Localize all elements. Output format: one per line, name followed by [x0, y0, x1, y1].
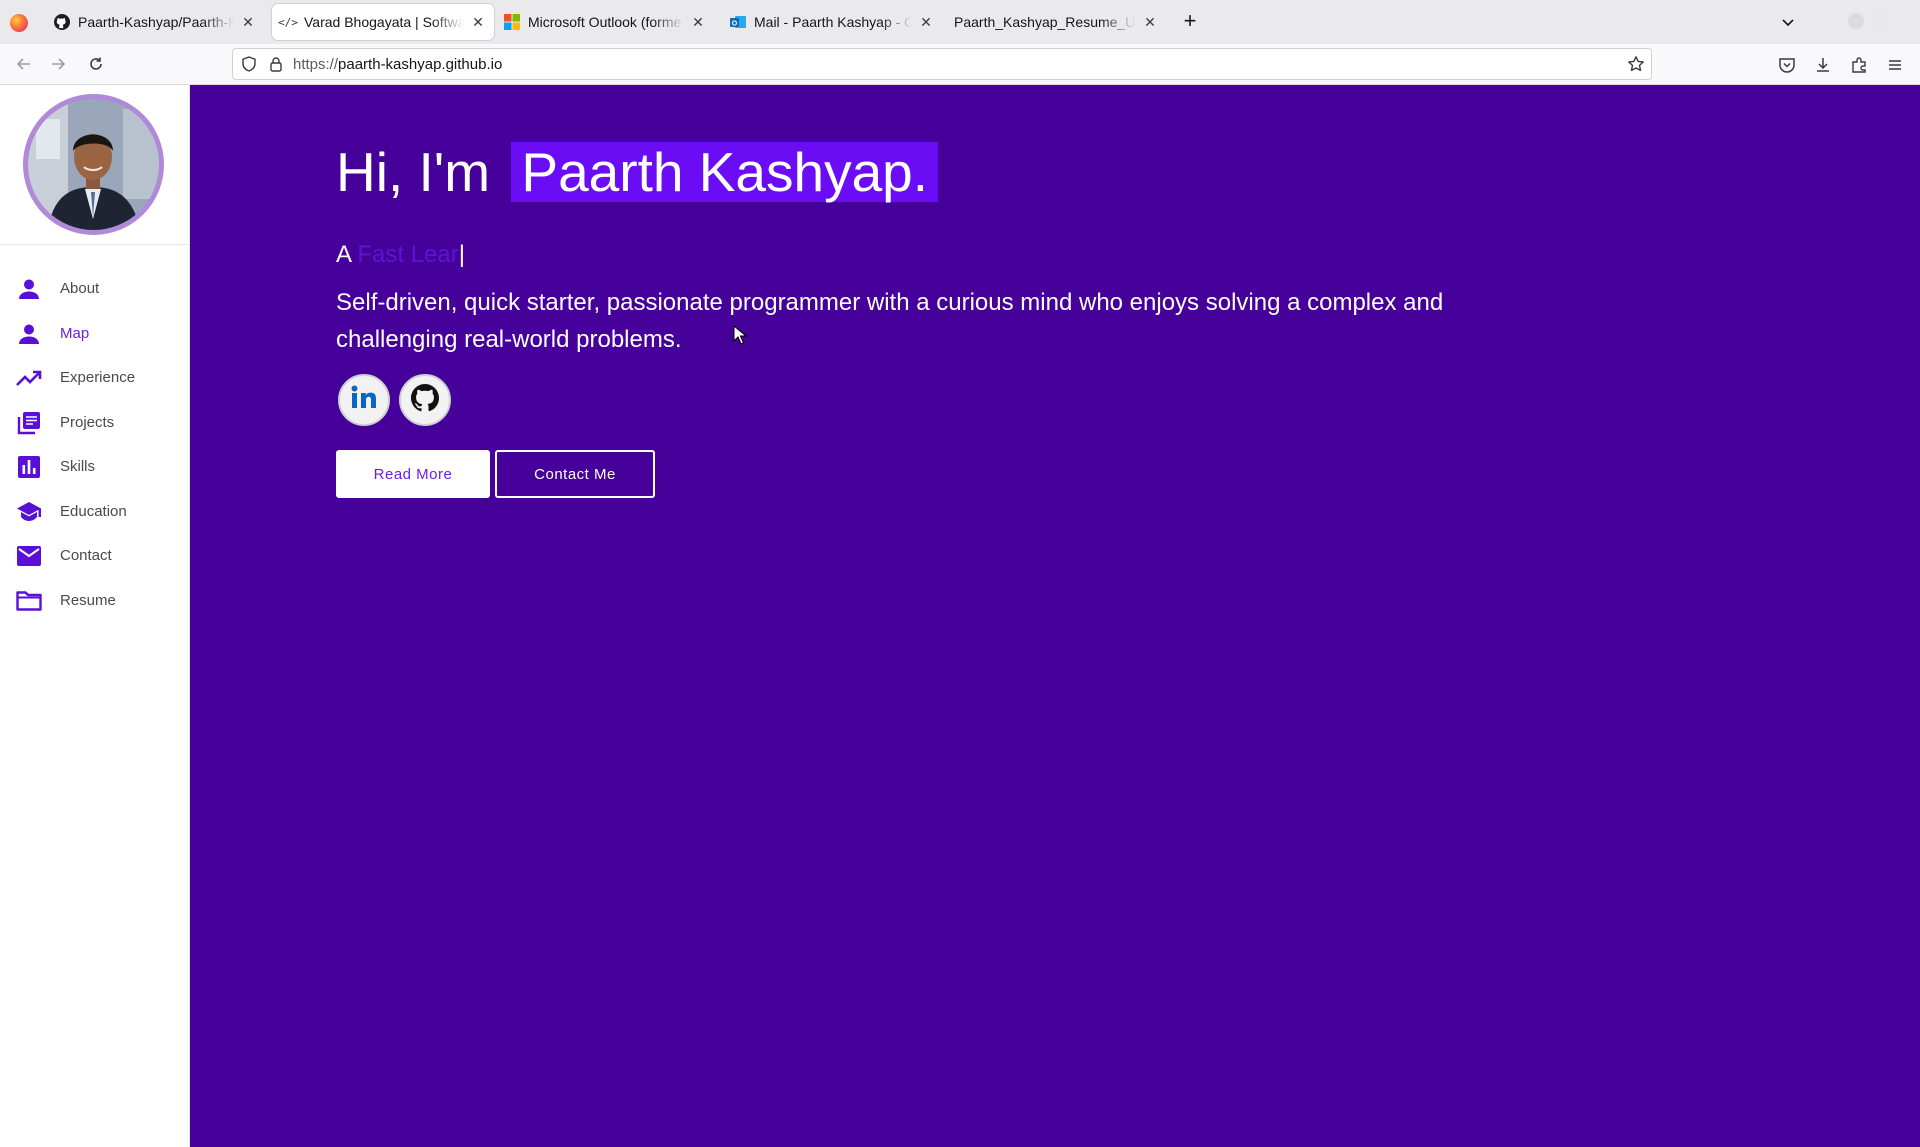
list-all-tabs-icon[interactable] — [1778, 12, 1798, 32]
sidebar: About Map Experience Projects Skills Edu… — [0, 85, 190, 1147]
role-prefix: A — [336, 241, 351, 268]
tab-title: Paarth-Kashyap/Paarth-K — [78, 14, 234, 30]
articles-icon — [16, 411, 42, 435]
url-bar[interactable]: https://paarth-kashyap.github.io — [232, 48, 1652, 80]
sidebar-item-label: About — [60, 280, 100, 297]
contact-me-button[interactable]: Contact Me — [495, 450, 655, 498]
url-text[interactable]: https://paarth-kashyap.github.io — [293, 56, 502, 73]
lock-icon[interactable] — [269, 56, 283, 77]
hero-name: Paarth Kashyap. — [511, 142, 939, 202]
sidebar-item-label: Experience — [60, 369, 136, 386]
sidebar-item-resume[interactable]: Resume — [0, 583, 190, 619]
typed-role-text: Fast Lear — [357, 241, 459, 268]
url-scheme: https:// — [293, 56, 339, 73]
browser-tab-varad[interactable]: </> Varad Bhogayata | Softwa ✕ — [272, 4, 494, 40]
bar-chart-icon — [16, 455, 42, 479]
menu-icon[interactable] — [1886, 56, 1904, 74]
person-icon — [16, 322, 42, 346]
read-more-button[interactable]: Read More — [336, 450, 490, 498]
tab-title: Mail - Paarth Kashyap - O — [754, 14, 912, 30]
back-arrow-icon[interactable] — [14, 54, 34, 74]
page-viewport: About Map Experience Projects Skills Edu… — [0, 85, 1920, 1147]
mail-icon — [16, 544, 42, 568]
linkedin-button[interactable] — [338, 374, 390, 426]
close-tab-icon[interactable]: ✕ — [240, 14, 256, 30]
browser-tab-github[interactable]: Paarth-Kashyap/Paarth-K ✕ — [46, 4, 264, 40]
sidebar-item-label: Map — [60, 325, 90, 342]
code-icon: </> — [278, 15, 298, 29]
pocket-icon[interactable] — [1778, 56, 1796, 74]
github-icon — [54, 14, 70, 30]
hero-bio: Self-driven, quick starter, passionate p… — [336, 289, 1444, 353]
sidebar-item-projects[interactable]: Projects — [0, 405, 190, 441]
extensions-icon[interactable] — [1850, 56, 1868, 74]
hero-greeting: Hi, I'm — [336, 141, 491, 203]
download-icon[interactable] — [1814, 56, 1832, 74]
maximize-window-icon[interactable] — [1872, 13, 1888, 29]
navigation-bar: https://paarth-kashyap.github.io — [0, 44, 1920, 85]
reload-icon[interactable] — [86, 54, 106, 74]
mouse-pointer-icon — [733, 324, 748, 350]
close-tab-icon[interactable]: ✕ — [918, 14, 934, 30]
sidebar-item-contact[interactable]: Contact — [0, 538, 190, 574]
url-host: paarth-kashyap.github.io — [338, 56, 503, 73]
person-icon — [16, 277, 42, 301]
svg-text:O: O — [732, 21, 738, 28]
tracking-shield-icon[interactable] — [241, 56, 257, 77]
profile-section — [0, 85, 190, 245]
sidebar-item-label: Education — [60, 503, 127, 520]
close-tab-icon[interactable]: ✕ — [470, 14, 486, 30]
github-button[interactable] — [399, 374, 451, 426]
sidebar-item-skills[interactable]: Skills — [0, 449, 190, 485]
minimize-window-icon[interactable] — [1848, 13, 1864, 29]
sidebar-item-label: Contact — [60, 547, 112, 564]
typing-cursor: | — [458, 241, 465, 268]
forward-arrow-icon[interactable] — [48, 54, 68, 74]
tab-title: Microsoft Outlook (forme — [528, 14, 682, 30]
browser-tab-outlook[interactable]: Microsoft Outlook (forme ✕ — [496, 4, 714, 40]
trending-up-icon — [16, 366, 42, 390]
close-tab-icon[interactable]: ✕ — [1142, 14, 1158, 30]
microsoft-icon — [504, 14, 520, 30]
new-tab-button[interactable]: + — [1178, 10, 1202, 34]
tab-title: Varad Bhogayata | Softwa — [304, 14, 464, 30]
graduation-cap-icon — [16, 500, 42, 524]
hero-heading: Hi, I'm Paarth Kashyap. — [336, 141, 939, 203]
sidebar-item-experience[interactable]: Experience — [0, 360, 190, 396]
linkedin-icon — [349, 383, 379, 418]
github-icon — [411, 383, 439, 417]
sidebar-item-map[interactable]: Map — [0, 316, 190, 352]
sidebar-item-label: Resume — [60, 592, 116, 609]
browser-tab-resume[interactable]: Paarth_Kashyap_Resume_Uc ✕ — [946, 4, 1166, 40]
typed-role-line: A Fast Lear| — [336, 241, 465, 269]
hero-section: Hi, I'm Paarth Kashyap. A Fast Lear| Sel… — [190, 85, 1920, 1147]
sidebar-item-education[interactable]: Education — [0, 494, 190, 530]
avatar — [23, 94, 164, 235]
bookmark-star-icon[interactable] — [1627, 55, 1645, 78]
tab-strip: Paarth-Kashyap/Paarth-K ✕ </> Varad Bhog… — [0, 0, 1920, 44]
browser-tab-mail[interactable]: O Mail - Paarth Kashyap - O ✕ — [722, 4, 942, 40]
close-tab-icon[interactable]: ✕ — [690, 14, 706, 30]
outlook-icon: O — [730, 14, 746, 30]
firefox-icon[interactable] — [10, 14, 28, 32]
folder-icon — [16, 589, 42, 613]
sidebar-item-about[interactable]: About — [0, 271, 190, 307]
tab-title: Paarth_Kashyap_Resume_Uc — [954, 14, 1136, 30]
sidebar-item-label: Skills — [60, 458, 96, 475]
sidebar-item-label: Projects — [60, 414, 115, 431]
